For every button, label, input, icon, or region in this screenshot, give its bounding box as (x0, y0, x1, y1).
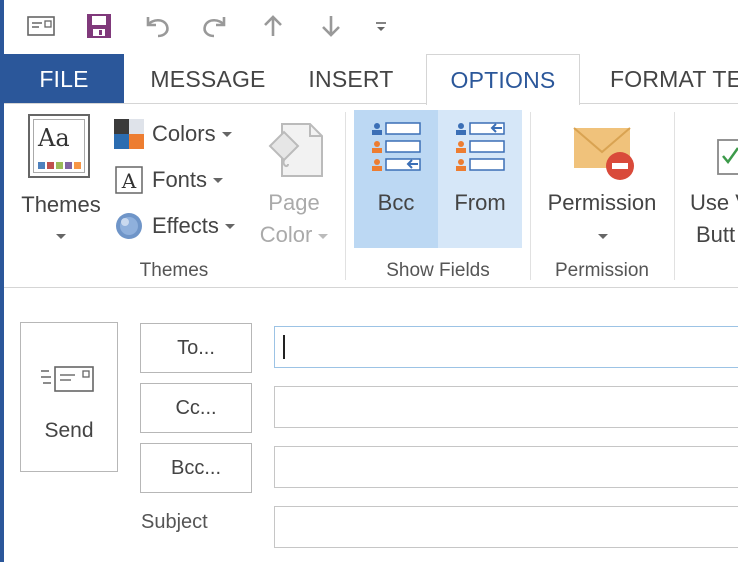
svg-text:A: A (121, 169, 137, 193)
themes-button[interactable]: Aa Themes (14, 110, 108, 252)
chevron-down-icon (56, 234, 66, 239)
ribbon-options: Aa Themes Colors A Fonts Effects Page Co… (4, 104, 738, 288)
fonts-label: Fonts (152, 167, 208, 192)
effects-button[interactable]: Effects (114, 210, 235, 242)
chevron-down-icon (224, 223, 235, 229)
chevron-down-icon (598, 234, 608, 239)
tab-message[interactable]: MESSAGE (142, 54, 274, 104)
tab-format-text[interactable]: FORMAT TE (596, 54, 738, 104)
subject-label: Subject (141, 511, 208, 533)
bcc-toggle-label: Bcc (377, 190, 415, 215)
send-email-icon (39, 365, 99, 400)
cc-button[interactable]: Cc... (140, 383, 252, 433)
themes-label: Themes (21, 192, 101, 217)
permission-envelope-icon (572, 122, 636, 187)
from-toggle-button[interactable]: From (438, 110, 522, 248)
effects-icon (114, 211, 144, 241)
page-color-button[interactable]: Page Color (250, 114, 338, 254)
themes-icon: Aa (28, 114, 90, 178)
voting-buttons-icon (714, 130, 738, 183)
quick-access-toolbar (4, 0, 738, 54)
fonts-icon: A (114, 165, 144, 195)
send-button[interactable]: Send (20, 322, 118, 472)
tab-options[interactable]: OPTIONS (426, 54, 580, 105)
fonts-button[interactable]: A Fonts (114, 164, 224, 196)
from-toggle-label: From (454, 190, 506, 215)
show-fields-group-label: Show Fields (386, 260, 490, 281)
chevron-down-icon (318, 233, 329, 239)
group-separator (530, 112, 531, 280)
undo-icon[interactable] (140, 8, 174, 44)
page-color-icon (266, 120, 326, 185)
bcc-field-icon (370, 118, 422, 179)
customize-qat-icon[interactable] (364, 8, 398, 44)
to-field[interactable] (274, 326, 738, 368)
themes-group-label: Themes (139, 260, 209, 281)
page-color-label-line2: Color (250, 222, 338, 248)
voting-label-line2: Butt (696, 222, 736, 247)
message-header-form: Send To... Cc... Bcc... Subject (4, 289, 738, 562)
bcc-button[interactable]: Bcc... (140, 443, 252, 493)
use-voting-buttons-button[interactable]: Use V Butt (682, 110, 738, 252)
cc-field[interactable] (274, 386, 738, 428)
permission-label: Permission (547, 190, 657, 215)
chevron-down-icon (221, 131, 232, 137)
group-separator (674, 112, 675, 280)
chevron-down-icon (213, 177, 224, 183)
colors-button[interactable]: Colors (114, 118, 232, 150)
new-email-icon[interactable] (24, 8, 58, 44)
text-cursor (283, 335, 285, 359)
colors-label: Colors (152, 121, 216, 146)
send-label: Send (44, 419, 94, 442)
tab-file[interactable]: FILE (4, 54, 124, 104)
subject-field[interactable] (274, 506, 738, 548)
colors-icon (114, 119, 144, 149)
down-arrow-icon[interactable] (314, 8, 348, 44)
page-color-label-line1: Page (268, 190, 320, 215)
permission-button[interactable]: Permission (538, 110, 666, 252)
ribbon-tab-bar: FILE MESSAGE INSERT OPTIONS FORMAT TE (4, 54, 738, 105)
save-icon[interactable] (82, 8, 116, 44)
bcc-field[interactable] (274, 446, 738, 488)
from-field-icon (454, 118, 506, 179)
redo-icon[interactable] (198, 8, 232, 44)
to-button[interactable]: To... (140, 323, 252, 373)
bcc-toggle-button[interactable]: Bcc (354, 110, 438, 248)
group-separator (345, 112, 346, 280)
up-arrow-icon[interactable] (256, 8, 290, 44)
effects-label: Effects (152, 213, 219, 238)
page-color-label-color: Color (259, 222, 313, 247)
permission-group-label: Permission (555, 260, 649, 281)
tab-insert[interactable]: INSERT (296, 54, 406, 104)
voting-label-line1: Use V (690, 190, 738, 215)
